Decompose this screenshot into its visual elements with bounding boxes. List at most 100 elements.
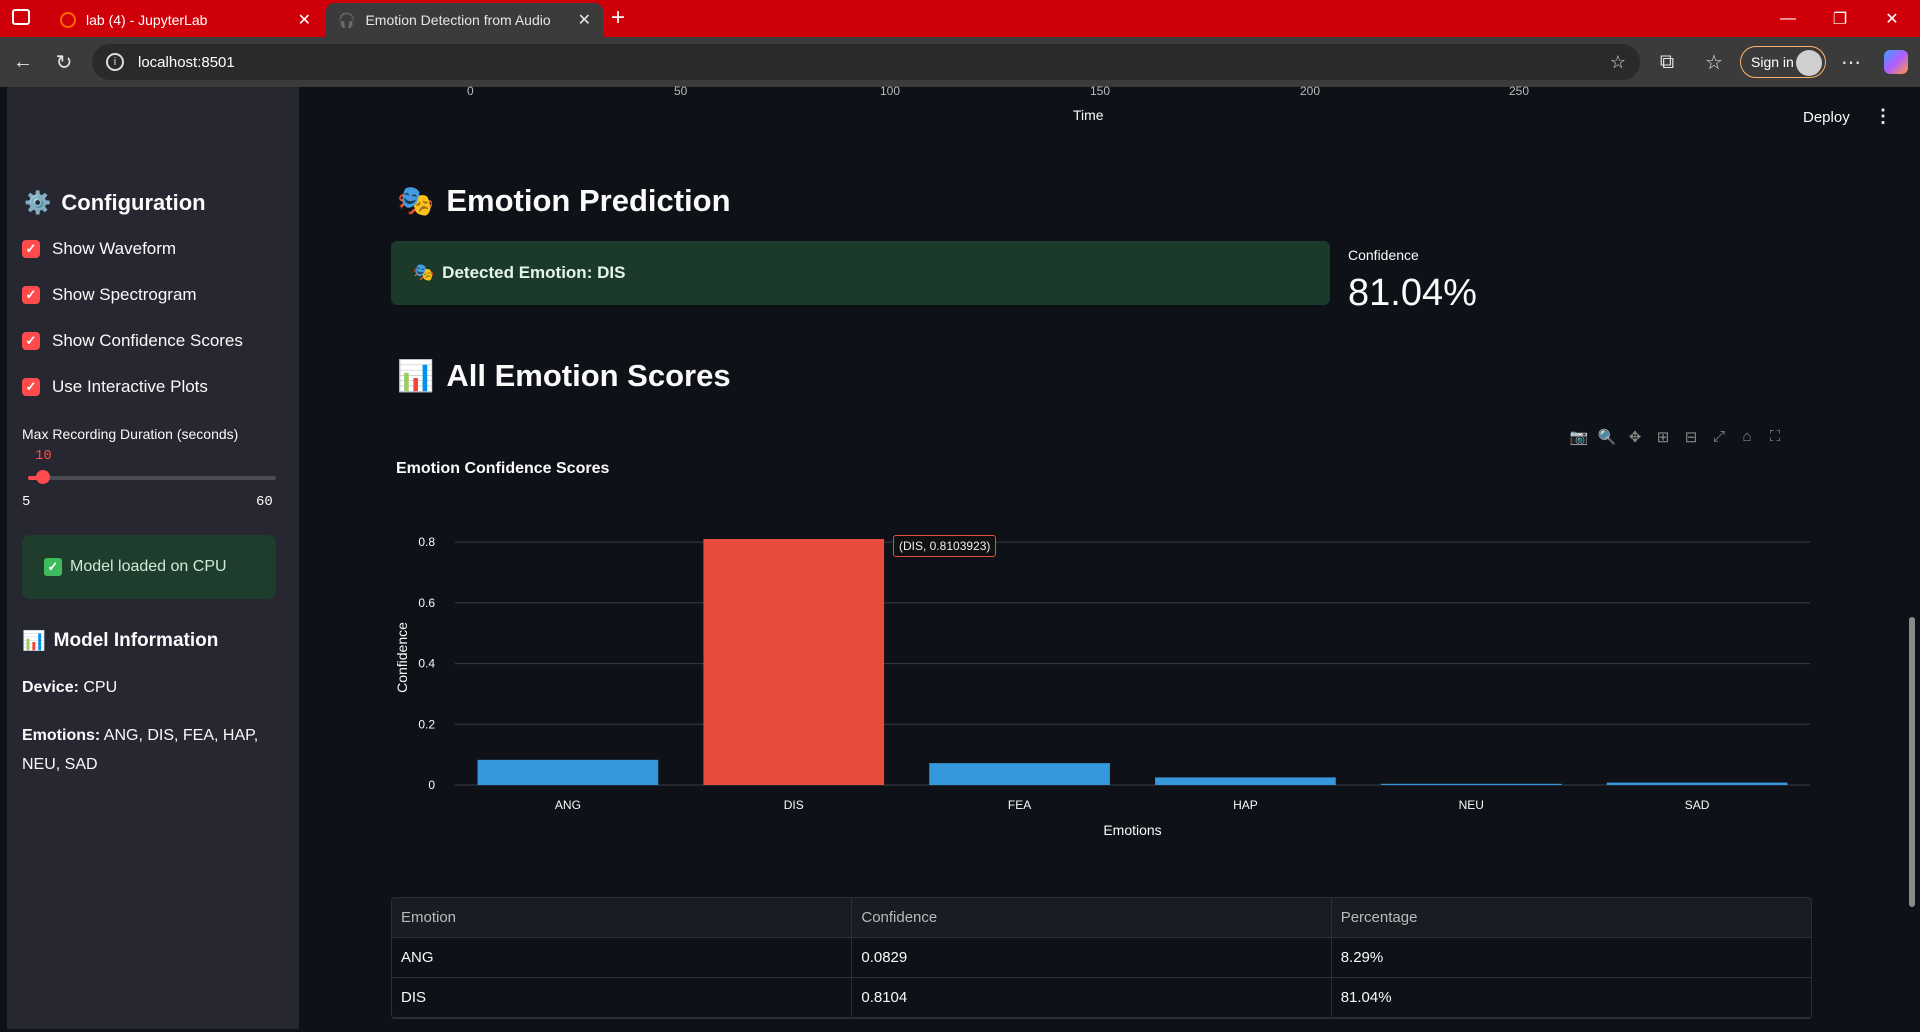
top-axis-title: Time bbox=[1073, 107, 1104, 123]
main-menu-icon[interactable]: ⋮ bbox=[1874, 106, 1892, 127]
heading-text: Emotion Prediction bbox=[446, 183, 731, 218]
bar[interactable] bbox=[703, 538, 885, 785]
detected-emotion-text: Detected Emotion: DIS bbox=[442, 263, 626, 282]
checkbox-label: Show Waveform bbox=[52, 239, 177, 258]
configuration-heading: ⚙️ Configuration bbox=[24, 190, 206, 216]
y-tick-label: 0.8 bbox=[418, 535, 435, 549]
scroll-thumb[interactable] bbox=[1909, 617, 1915, 907]
bar-chart-icon: 📊 bbox=[22, 631, 46, 652]
column-header[interactable]: Emotion bbox=[392, 898, 853, 938]
x-tick-label: ANG bbox=[555, 798, 581, 812]
emotions-info: Emotions: ANG, DIS, FEA, HAP, NEU, SAD bbox=[22, 721, 282, 779]
scrollbar[interactable] bbox=[1906, 87, 1920, 1029]
close-icon[interactable]: ✕ bbox=[578, 10, 591, 30]
slider-value: 10 bbox=[35, 448, 52, 464]
checkbox-label: Use Interactive Plots bbox=[52, 377, 208, 396]
close-icon[interactable]: ✕ bbox=[298, 10, 311, 30]
address-input[interactable]: i localhost:8501 ☆ bbox=[92, 44, 1640, 80]
tab-actions-icon[interactable] bbox=[12, 9, 30, 25]
table-cell: ANG bbox=[392, 937, 853, 978]
home-icon[interactable]: ⌂ bbox=[1733, 428, 1761, 446]
refresh-icon[interactable]: ↻ bbox=[51, 49, 77, 75]
check-icon: ✓ bbox=[44, 558, 62, 576]
model-info-title: Model Information bbox=[53, 630, 219, 651]
favorite-star-icon[interactable]: ☆ bbox=[1610, 52, 1626, 73]
status-text: Model loaded on CPU bbox=[70, 558, 227, 575]
chart-title: Emotion Confidence Scores bbox=[396, 460, 610, 477]
table-cell: DIS bbox=[392, 977, 853, 1018]
show-spectrogram-checkbox[interactable]: ✓ Show Spectrogram bbox=[22, 285, 197, 305]
restore-icon[interactable]: ❐ bbox=[1814, 0, 1866, 37]
more-icon[interactable]: ⋯ bbox=[1838, 49, 1864, 75]
sign-in-button[interactable]: Sign in bbox=[1740, 46, 1826, 78]
fullscreen-icon[interactable]: ⛶ bbox=[1761, 428, 1789, 446]
theater-masks-icon: 🎭 bbox=[397, 184, 435, 218]
zoom-icon[interactable]: 🔍 bbox=[1593, 428, 1621, 446]
theater-masks-icon: 🎭 bbox=[413, 263, 435, 282]
zoom-in-icon[interactable]: ⊞ bbox=[1649, 428, 1677, 446]
table-cell: 0.0829 bbox=[852, 937, 1332, 978]
bar[interactable] bbox=[477, 759, 659, 785]
zoom-out-icon[interactable]: ⊟ bbox=[1677, 428, 1705, 446]
device-label: Device: bbox=[22, 679, 79, 696]
x-tick-label: NEU bbox=[1459, 798, 1484, 812]
pan-icon[interactable]: ✥ bbox=[1621, 428, 1649, 446]
column-header[interactable]: Confidence bbox=[852, 898, 1332, 938]
table-cell: 81.04% bbox=[1340, 989, 1392, 1006]
confidence-metric-label: Confidence bbox=[1348, 247, 1419, 263]
gear-icon: ⚙️ bbox=[24, 190, 52, 215]
copilot-icon[interactable] bbox=[1884, 50, 1908, 74]
top-axis-tick: 0 bbox=[467, 84, 474, 98]
use-interactive-plots-checkbox[interactable]: ✓ Use Interactive Plots bbox=[22, 377, 208, 397]
top-axis-tick: 100 bbox=[880, 84, 901, 98]
checkbox-checked-icon[interactable]: ✓ bbox=[22, 286, 40, 304]
checkbox-checked-icon[interactable]: ✓ bbox=[22, 378, 40, 396]
chart-hover-tooltip: (DIS, 0.8103923) bbox=[893, 535, 997, 557]
headphones-icon: 🎧 bbox=[338, 11, 356, 28]
bar[interactable] bbox=[1155, 777, 1336, 785]
y-tick-label: 0.6 bbox=[418, 596, 435, 610]
minimize-icon[interactable]: — bbox=[1762, 0, 1814, 37]
checkbox-label: Show Confidence Scores bbox=[52, 331, 243, 350]
bar[interactable] bbox=[1606, 782, 1788, 785]
emotion-scores-table: Emotion Confidence Percentage ANG 0.0829… bbox=[391, 897, 1812, 1019]
bar[interactable] bbox=[929, 763, 1110, 785]
checkbox-checked-icon[interactable]: ✓ bbox=[22, 240, 40, 258]
y-tick-label: 0.4 bbox=[418, 657, 435, 671]
show-waveform-checkbox[interactable]: ✓ Show Waveform bbox=[22, 239, 176, 259]
confidence-metric-value: 81.04% bbox=[1348, 272, 1477, 314]
show-confidence-checkbox[interactable]: ✓ Show Confidence Scores bbox=[22, 331, 243, 351]
deploy-button[interactable]: Deploy bbox=[1803, 109, 1850, 126]
site-info-icon[interactable]: i bbox=[106, 53, 124, 71]
slider-min: 5 bbox=[22, 494, 31, 510]
checkbox-checked-icon[interactable]: ✓ bbox=[22, 332, 40, 350]
emotions-label: Emotions: bbox=[22, 727, 101, 744]
extensions-icon[interactable]: ⧉ bbox=[1654, 49, 1680, 75]
heading-text: All Emotion Scores bbox=[446, 358, 731, 393]
y-tick-label: 0 bbox=[428, 778, 435, 792]
bar[interactable] bbox=[1380, 783, 1562, 785]
emotion-prediction-heading: 🎭 Emotion Prediction bbox=[397, 183, 731, 219]
camera-icon[interactable]: 📷 bbox=[1565, 428, 1593, 446]
new-tab-icon[interactable]: + bbox=[611, 4, 625, 32]
detected-emotion-alert: 🎭 Detected Emotion: DIS bbox=[391, 241, 1330, 305]
favorites-icon[interactable]: ☆ bbox=[1701, 49, 1727, 75]
tab-jupyterlab[interactable]: lab (4) - JupyterLab ✕ bbox=[48, 3, 323, 37]
slider-label: Max Recording Duration (seconds) bbox=[22, 426, 239, 442]
device-value: CPU bbox=[83, 679, 118, 696]
max-duration-slider[interactable] bbox=[28, 470, 276, 484]
sign-in-label: Sign in bbox=[1751, 54, 1794, 70]
autoscale-icon[interactable]: ⤢ bbox=[1705, 428, 1733, 446]
back-icon[interactable]: ← bbox=[10, 49, 36, 75]
jupyter-icon bbox=[60, 12, 76, 28]
configuration-title: Configuration bbox=[61, 190, 206, 215]
x-tick-label: SAD bbox=[1685, 798, 1710, 812]
emotion-bar-chart[interactable]: 0 0.2 0.4 0.6 0.8 ANG DIS FEA HAP NEU SAD Emotions C… bbox=[390, 520, 1820, 850]
window-close-icon[interactable]: ✕ bbox=[1866, 0, 1918, 37]
tab-emotion-detection[interactable]: 🎧 Emotion Detection from Audio ✕ bbox=[326, 3, 603, 37]
y-tick-label: 0.2 bbox=[418, 717, 435, 731]
x-tick-label: HAP bbox=[1233, 798, 1258, 812]
slider-thumb[interactable] bbox=[36, 470, 50, 484]
column-header[interactable]: Percentage bbox=[1332, 898, 1811, 938]
address-toolbar: ← ↻ i localhost:8501 ☆ ⧉ ☆ Sign in ⋯ bbox=[0, 37, 1920, 87]
